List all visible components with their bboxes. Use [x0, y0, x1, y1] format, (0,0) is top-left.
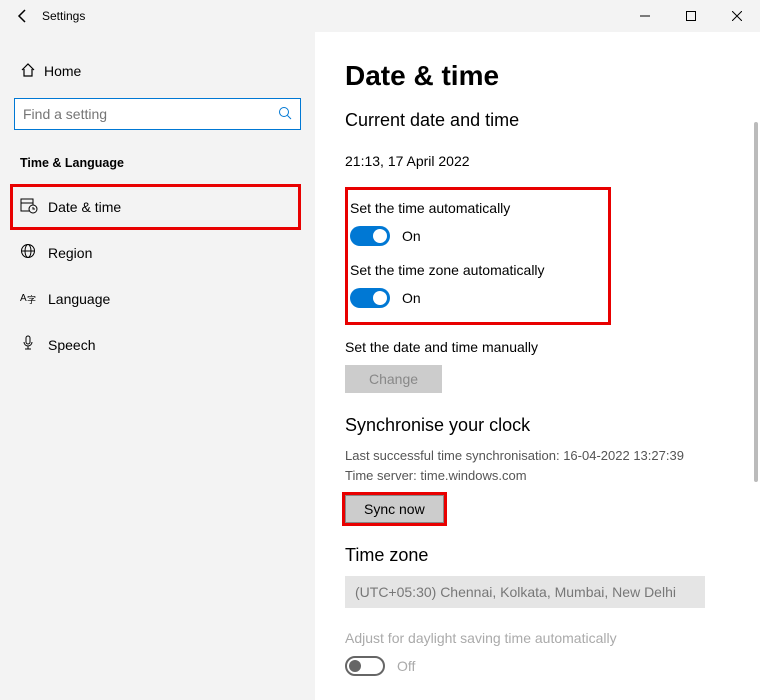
- scrollbar[interactable]: [754, 122, 758, 482]
- search-icon: [278, 106, 292, 123]
- auto-time-toggle[interactable]: [350, 226, 390, 246]
- auto-tz-toggle[interactable]: [350, 288, 390, 308]
- sidebar-item-region[interactable]: Region: [0, 230, 315, 276]
- timezone-select: (UTC+05:30) Chennai, Kolkata, Mumbai, Ne…: [345, 576, 705, 608]
- svg-text:字: 字: [27, 294, 36, 305]
- back-button[interactable]: [8, 8, 38, 24]
- sync-highlight: Sync now: [345, 495, 444, 523]
- auto-tz-state: On: [402, 290, 421, 306]
- home-link[interactable]: Home: [0, 52, 315, 90]
- sidebar-item-speech[interactable]: Speech: [0, 322, 315, 368]
- change-button: Change: [345, 365, 442, 393]
- search-field[interactable]: [23, 106, 278, 122]
- dst-toggle: [345, 656, 385, 676]
- tz-heading: Time zone: [345, 545, 730, 566]
- manual-label: Set the date and time manually: [345, 339, 730, 355]
- dst-state: Off: [397, 658, 415, 674]
- sync-last: Last successful time synchronisation: 16…: [345, 446, 730, 466]
- close-button[interactable]: [714, 0, 760, 32]
- auto-time-state: On: [402, 228, 421, 244]
- home-label: Home: [44, 63, 81, 79]
- sidebar: Home Time & Language Date & time Region …: [0, 32, 315, 700]
- globe-icon: [20, 243, 48, 264]
- auto-settings-highlight: Set the time automatically On Set the ti…: [345, 187, 611, 325]
- auto-tz-label: Set the time zone automatically: [350, 262, 594, 278]
- page-title: Date & time: [345, 60, 730, 92]
- category-label: Time & Language: [0, 146, 315, 184]
- search-input[interactable]: [14, 98, 301, 130]
- calendar-clock-icon: [20, 196, 48, 219]
- sync-heading: Synchronise your clock: [345, 415, 730, 436]
- sidebar-item-label: Language: [48, 291, 110, 307]
- sidebar-item-label: Date & time: [48, 199, 121, 215]
- microphone-icon: [20, 335, 48, 356]
- sidebar-item-label: Speech: [48, 337, 95, 353]
- titlebar: Settings: [0, 0, 760, 32]
- content: Date & time Current date and time 21:13,…: [315, 32, 760, 700]
- current-datetime: 21:13, 17 April 2022: [345, 153, 730, 169]
- dst-label: Adjust for daylight saving time automati…: [345, 630, 730, 646]
- home-icon: [20, 62, 44, 81]
- svg-text:A: A: [20, 293, 27, 304]
- sidebar-item-label: Region: [48, 245, 92, 261]
- section-current: Current date and time: [345, 110, 730, 131]
- sidebar-item-language[interactable]: A字 Language: [0, 276, 315, 322]
- maximize-button[interactable]: [668, 0, 714, 32]
- language-icon: A字: [20, 289, 48, 310]
- sync-now-button[interactable]: Sync now: [345, 495, 444, 523]
- sidebar-item-date-time[interactable]: Date & time: [10, 184, 301, 230]
- window-title: Settings: [42, 9, 85, 23]
- window-controls: [622, 0, 760, 32]
- sync-server: Time server: time.windows.com: [345, 466, 730, 486]
- auto-time-label: Set the time automatically: [350, 200, 594, 216]
- minimize-button[interactable]: [622, 0, 668, 32]
